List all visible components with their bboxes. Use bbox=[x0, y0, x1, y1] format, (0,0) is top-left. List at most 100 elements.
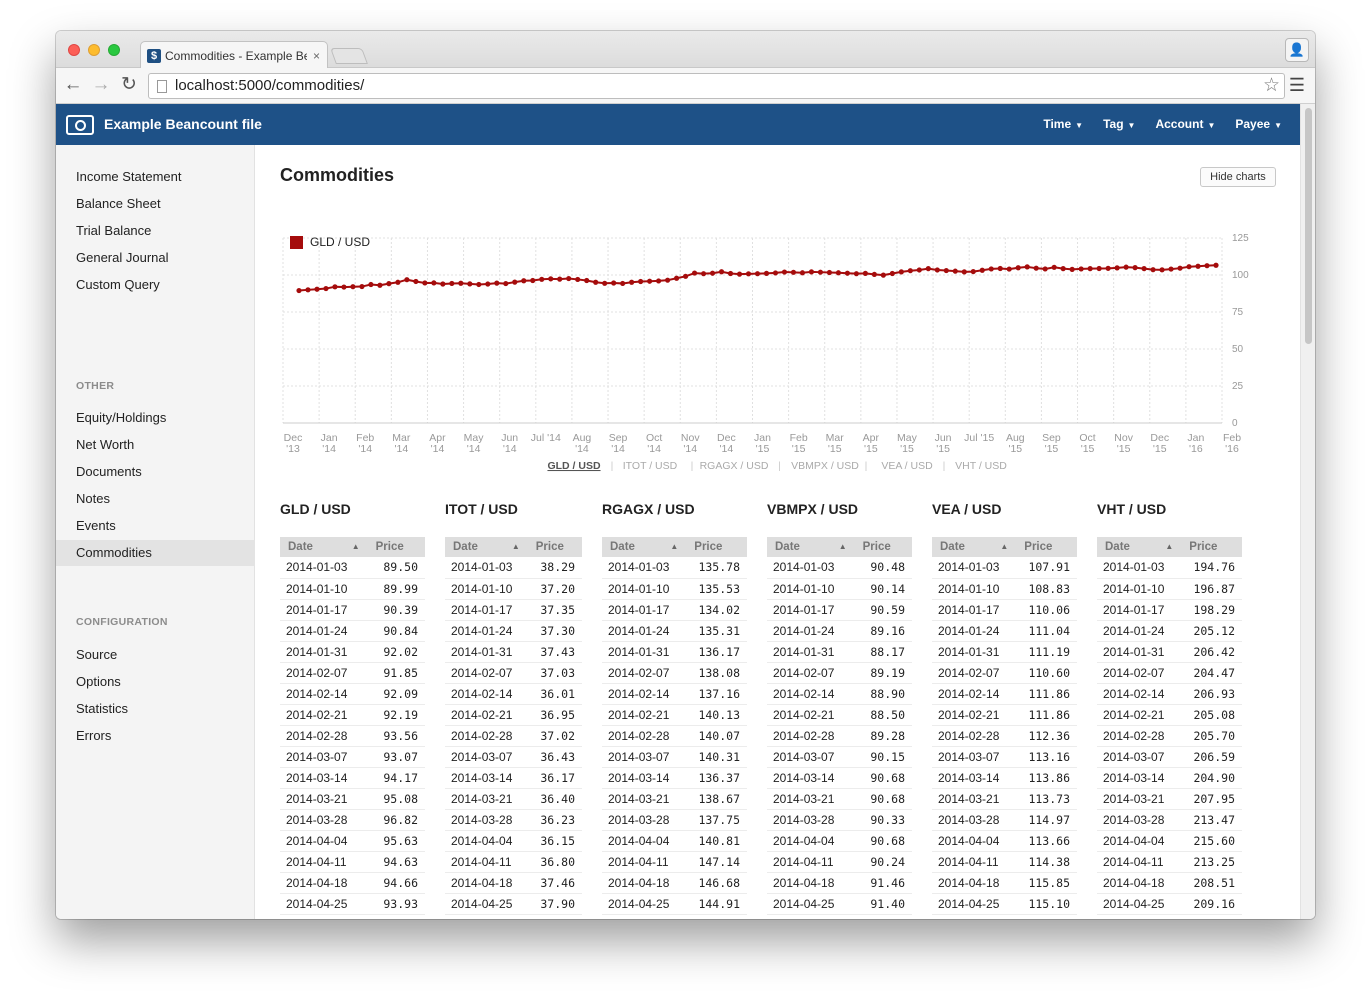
sidebar-item-equity-holdings[interactable]: Equity/Holdings bbox=[56, 405, 255, 431]
data-point bbox=[593, 279, 599, 285]
commodity-table: VBMPX / USD Date ▲ Price 2014-01-03 90.48 2014… bbox=[767, 501, 912, 919]
date-cell: 2014-02-07 bbox=[445, 662, 528, 684]
table-row: 2014-01-10 37.20 bbox=[445, 578, 582, 600]
sidebar-item-balance-sheet[interactable]: Balance Sheet bbox=[56, 191, 255, 217]
beancount-logo-icon[interactable] bbox=[66, 115, 94, 135]
profile-icon[interactable]: 👤 bbox=[1285, 38, 1309, 62]
series-toggle-link[interactable]: VBMPX / USD bbox=[791, 460, 859, 472]
close-window-button[interactable] bbox=[68, 44, 80, 56]
new-tab-button[interactable] bbox=[330, 48, 368, 64]
nav-time-dropdown[interactable]: Time ▼ bbox=[1043, 117, 1083, 131]
price-cell: 37.81 bbox=[527, 914, 582, 919]
data-point bbox=[745, 271, 752, 277]
series-toggle-link[interactable]: RGAGX / USD bbox=[700, 460, 769, 472]
data-point bbox=[682, 273, 689, 279]
date-column-header[interactable]: Date ▲ bbox=[767, 537, 855, 557]
date-column-header[interactable]: Date ▲ bbox=[280, 537, 368, 557]
x-tick-label: '15 bbox=[1008, 443, 1022, 455]
forward-arrow-icon[interactable]: → bbox=[90, 74, 112, 96]
reload-icon[interactable]: ↻ bbox=[118, 74, 140, 96]
date-cell: 2014-04-18 bbox=[767, 872, 855, 894]
minimize-window-button[interactable] bbox=[88, 44, 100, 56]
price-column-header[interactable]: Price bbox=[854, 537, 912, 557]
price-column-header[interactable]: Price bbox=[1181, 537, 1242, 557]
sidebar-item-net-worth[interactable]: Net Worth bbox=[56, 432, 255, 458]
scrollbar-thumb[interactable] bbox=[1305, 108, 1312, 344]
brand-title[interactable]: Example Beancount file bbox=[104, 116, 262, 132]
address-bar[interactable]: localhost:5000/commodities/ ☆ bbox=[148, 73, 1285, 99]
price-cell: 95.63 bbox=[367, 830, 425, 852]
date-cell: 2014-03-28 bbox=[280, 809, 368, 831]
price-cell: 213.47 bbox=[1181, 809, 1242, 831]
sidebar-item-trial-balance[interactable]: Trial Balance bbox=[56, 218, 255, 244]
date-cell: 2014-01-24 bbox=[602, 620, 687, 642]
price-cell: 147.14 bbox=[686, 851, 747, 873]
date-cell: 2014-01-03 bbox=[602, 557, 687, 579]
data-point bbox=[557, 276, 563, 282]
data-point bbox=[1096, 265, 1102, 272]
price-column-header[interactable]: Price bbox=[367, 537, 425, 557]
sidebar-item-general-journal[interactable]: General Journal bbox=[56, 245, 255, 271]
date-cell: 2014-02-21 bbox=[767, 704, 855, 726]
date-cell: 2014-04-04 bbox=[1097, 830, 1182, 852]
y-tick-label: 100 bbox=[1232, 270, 1249, 281]
table-row: 2014-02-28 37.02 bbox=[445, 725, 582, 747]
main-content: Commodities Hide charts 0 25 50 75 100 125 Dec… bbox=[256, 145, 1300, 919]
series-toggle-link[interactable]: VEA / USD bbox=[881, 460, 933, 472]
caret-down-icon: ▼ bbox=[1274, 121, 1282, 130]
sidebar-item-options[interactable]: Options bbox=[56, 669, 255, 695]
data-point bbox=[1195, 263, 1201, 269]
series-toggle-link[interactable]: VHT / USD bbox=[955, 460, 1007, 472]
date-cell: 2014-04-18 bbox=[602, 872, 687, 894]
series-toggle-link[interactable]: GLD / USD bbox=[547, 460, 601, 472]
x-tick-label: '14 bbox=[322, 443, 336, 455]
tab-close-icon[interactable]: × bbox=[313, 49, 320, 63]
sidebar-item-events[interactable]: Events bbox=[56, 513, 255, 539]
date-column-header[interactable]: Date ▲ bbox=[932, 537, 1017, 557]
price-column-header[interactable]: Price bbox=[1016, 537, 1077, 557]
price-cell: 205.08 bbox=[1181, 704, 1242, 726]
bookmark-star-icon[interactable]: ☆ bbox=[1263, 74, 1280, 98]
sidebar-item-documents[interactable]: Documents bbox=[56, 459, 255, 485]
browser-tab[interactable]: $ Commodities - Example Beancount file × bbox=[140, 41, 328, 69]
nav-tag-dropdown[interactable]: Tag ▼ bbox=[1103, 117, 1135, 131]
sidebar-item-notes[interactable]: Notes bbox=[56, 486, 255, 512]
date-cell: 2014-01-24 bbox=[932, 620, 1017, 642]
date-cell: 2014-04-04 bbox=[932, 830, 1017, 852]
sidebar-item-custom-query[interactable]: Custom Query bbox=[56, 272, 255, 298]
price-cell: 110.06 bbox=[1016, 599, 1077, 621]
price-cell: 94.66 bbox=[367, 872, 425, 894]
sidebar-item-commodities[interactable]: Commodities bbox=[56, 540, 255, 566]
table-row: 2014-02-21 88.50 bbox=[767, 704, 912, 726]
table-row: 2014-01-10 89.99 bbox=[280, 578, 425, 600]
data-point bbox=[808, 269, 815, 275]
table-row: 2014-03-14 94.17 bbox=[280, 767, 425, 789]
sidebar-item-source[interactable]: Source bbox=[56, 642, 255, 668]
date-cell: 2014-03-07 bbox=[280, 746, 368, 768]
table-row: 2014-02-14 36.01 bbox=[445, 683, 582, 705]
series-toggle-link[interactable]: ITOT / USD bbox=[623, 460, 678, 472]
price-cell: 38.29 bbox=[527, 557, 582, 579]
nav-account-dropdown[interactable]: Account ▼ bbox=[1155, 117, 1215, 131]
date-cell: 2014-02-07 bbox=[602, 662, 687, 684]
data-point bbox=[350, 284, 356, 290]
page-scrollbar[interactable] bbox=[1300, 104, 1315, 919]
price-column-header[interactable]: Price bbox=[527, 537, 582, 557]
sidebar-item-errors[interactable]: Errors bbox=[56, 723, 255, 749]
price-cell: 204.47 bbox=[1181, 662, 1242, 684]
browser-menu-icon[interactable]: ☰ bbox=[1289, 75, 1305, 96]
date-column-header[interactable]: Date ▲ bbox=[602, 537, 687, 557]
date-column-header[interactable]: Date ▲ bbox=[1097, 537, 1182, 557]
back-arrow-icon[interactable]: ← bbox=[62, 74, 84, 96]
zoom-window-button[interactable] bbox=[108, 44, 120, 56]
price-column-header[interactable]: Price bbox=[686, 537, 747, 557]
data-point bbox=[1006, 266, 1012, 272]
date-column-header[interactable]: Date ▲ bbox=[445, 537, 528, 557]
nav-payee-dropdown[interactable]: Payee ▼ bbox=[1235, 117, 1282, 131]
price-cell: 93.93 bbox=[367, 893, 425, 915]
data-point bbox=[871, 271, 877, 278]
x-tick-label: '15 bbox=[864, 443, 878, 455]
table-row: 2014-02-07 37.03 bbox=[445, 662, 582, 684]
sidebar-item-income-statement[interactable]: Income Statement bbox=[56, 164, 255, 190]
sidebar-item-statistics[interactable]: Statistics bbox=[56, 696, 255, 722]
